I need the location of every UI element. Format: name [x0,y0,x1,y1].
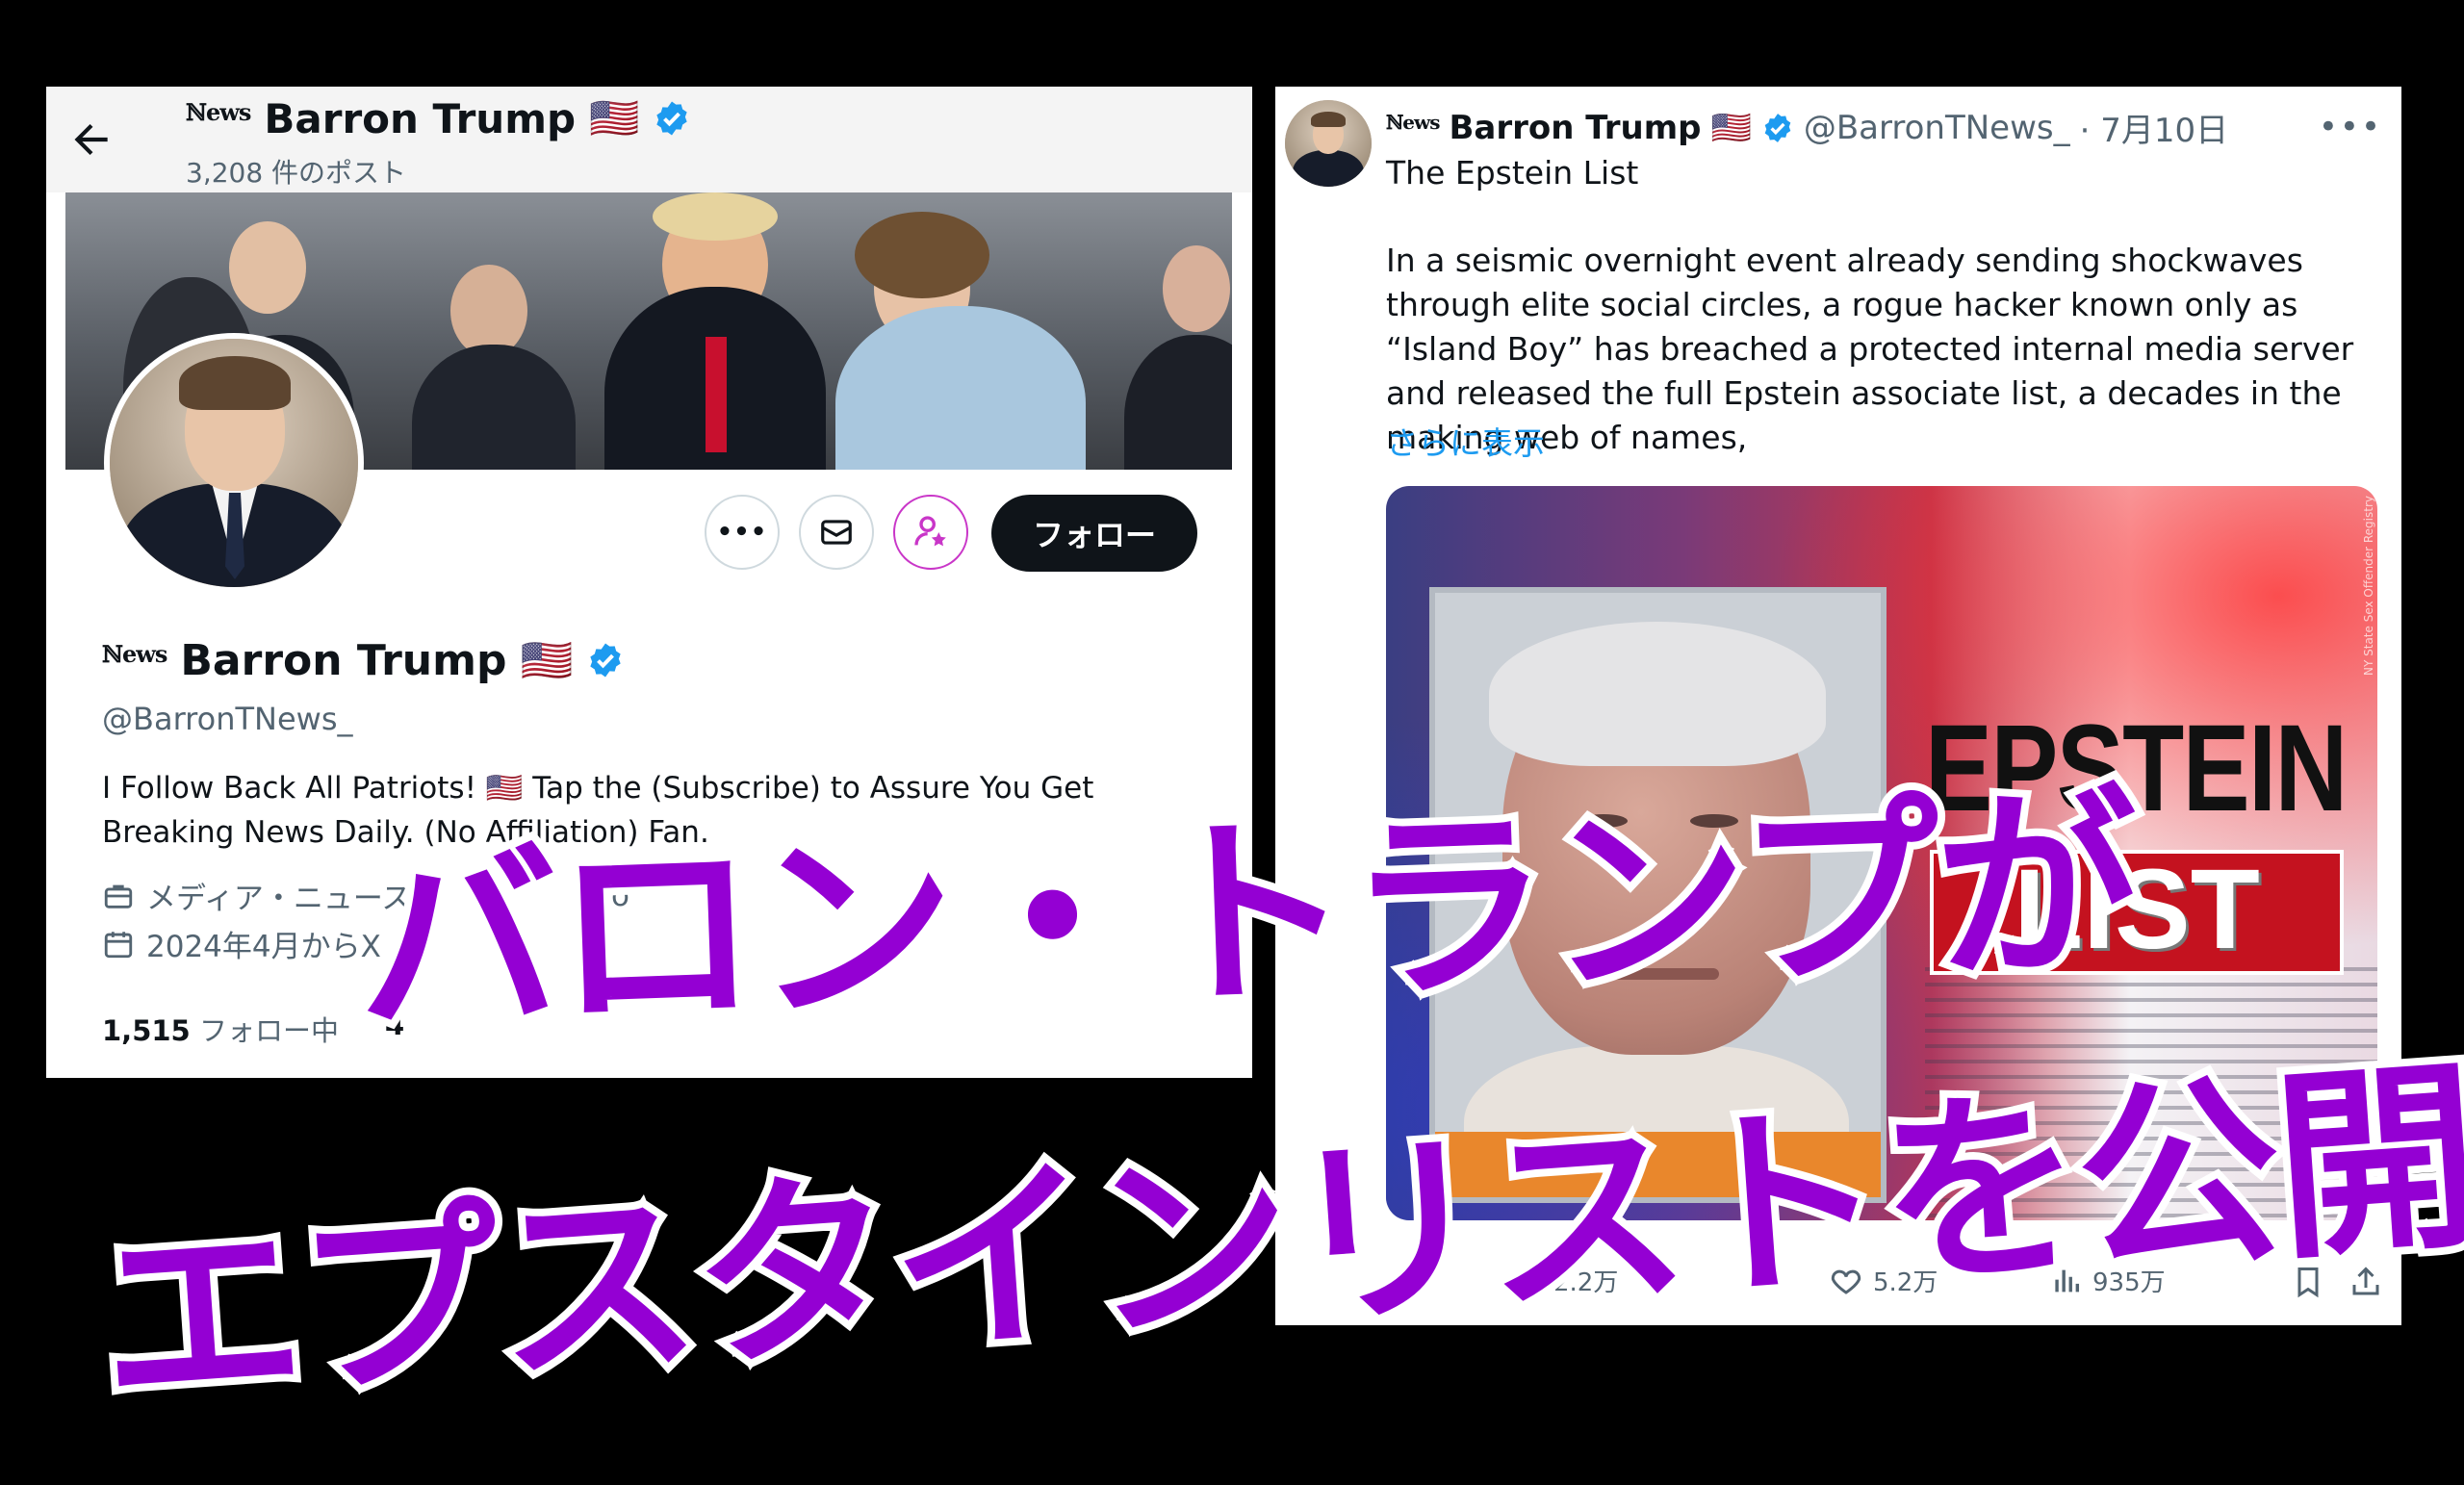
caption-line-1: バロン・トランプが [346,758,2146,1071]
following-stat[interactable]: 1,515 フォロー中 [102,1009,339,1049]
briefcase-icon [104,884,133,909]
post-author-handle[interactable]: @BarronTNews_ [1804,109,2070,147]
post-author-name[interactable]: Barron Trump [1449,109,1701,147]
side-credit: NY State Sex Offender Registry [2362,496,2375,676]
header-name-text: Barron Trump [264,94,577,142]
verified-badge-icon [590,643,621,678]
profile-header-bar: ℕews Barron Trump 🇺🇸 3,208 件のポスト [46,87,1252,192]
post-count: 3,208 件のポスト [186,157,407,189]
more-options-button[interactable]: ••• [705,495,780,570]
post-title: The Epstein List [1386,154,1639,192]
subscribe-person-star-icon [914,516,946,547]
profile-handle: @BarronTNews_ [102,701,353,737]
profile-display-name: ℕews Barron Trump 🇺🇸 [102,635,625,685]
following-count: 1,515 [102,1014,191,1047]
calendar-icon [104,931,133,958]
header-display-name: ℕews Barron Trump 🇺🇸 [186,94,691,142]
show-more-link[interactable]: さらに表示 [1386,418,1545,464]
news-mark: ℕews [186,97,251,126]
follow-button[interactable]: フォロー [991,495,1197,572]
profile-avatar[interactable] [104,333,364,593]
us-flag-emoji: 🇺🇸 [1710,108,1752,147]
envelope-icon [821,520,852,545]
news-mark: ℕews [102,639,167,668]
profile-joined-date: 2024年4月からX [146,930,381,964]
message-button[interactable] [799,495,874,570]
subscribe-button[interactable] [893,495,968,570]
more-dots-label: ••• [716,518,768,547]
us-flag-emoji: 🇺🇸 [589,94,640,141]
post-date[interactable]: · 7月10日 [2080,104,2229,151]
back-arrow-icon[interactable] [67,115,116,164]
news-mark: ℕews [1386,110,1440,134]
verified-badge-icon [1764,113,1791,142]
us-flag-emoji: 🇺🇸 [520,636,574,685]
following-label: フォロー中 [198,1014,339,1047]
profile-meta-joined-row: 2024年4月からX [102,922,381,965]
profile-name-text: Barron Trump [180,635,507,685]
verified-badge-icon [656,101,687,136]
post-more-button[interactable]: ••• [2319,108,2382,146]
post-header: ℕews Barron Trump 🇺🇸 @BarronTNews_ · 7月1… [1386,104,2228,151]
post-author-avatar[interactable] [1285,100,1372,187]
